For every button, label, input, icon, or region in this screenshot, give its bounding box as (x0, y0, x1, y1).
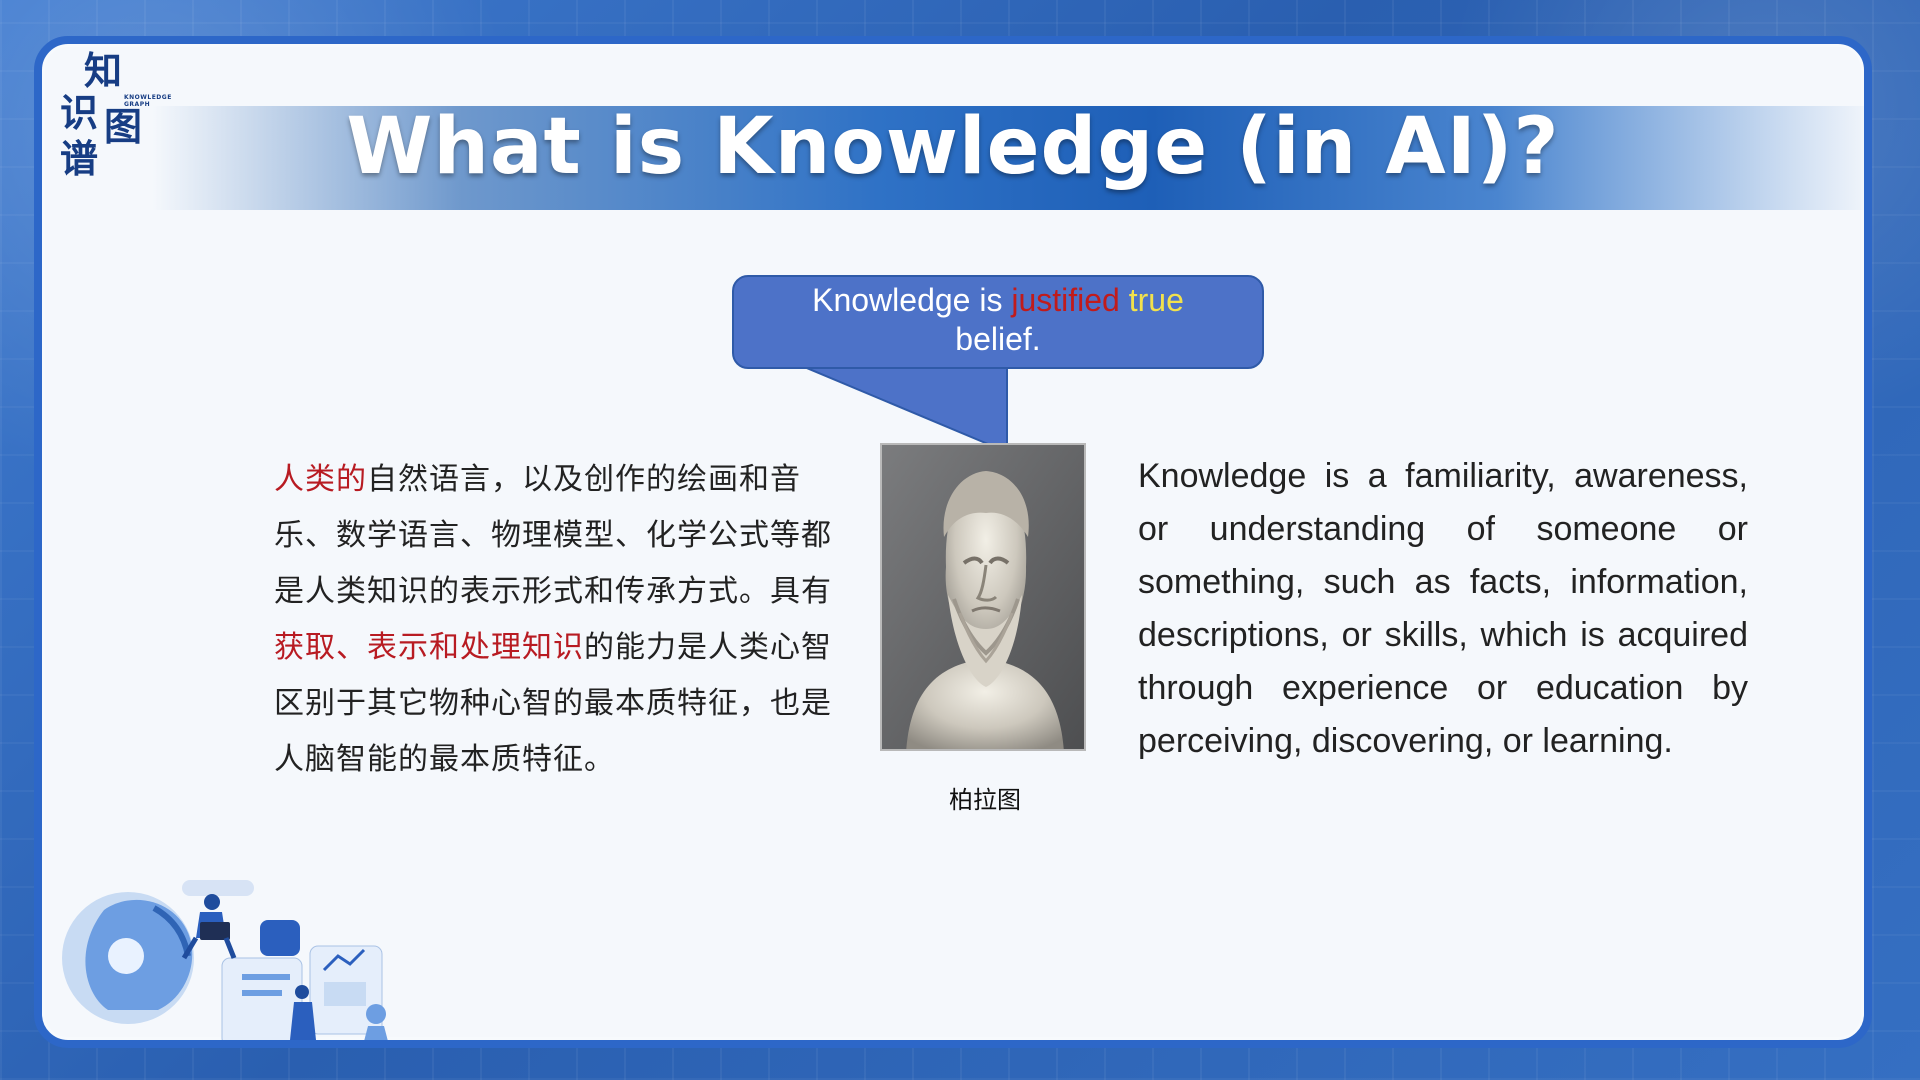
page-title: What is Knowledge (in AI)? (346, 102, 1560, 192)
bubble-prefix: Knowledge is (812, 282, 1012, 318)
chinese-highlight-2: 获取、表示和处理知识 (274, 630, 584, 665)
definition-bubble: Knowledge is justified true belief. (732, 275, 1264, 369)
bubble-justified: justified (1011, 282, 1120, 318)
ai-work-illustration (62, 880, 388, 1040)
bubble-suffix: belief. (955, 321, 1041, 357)
slide: 知 识 图 谱 KNOWLEDGE GRAPH What is Knowledg… (34, 36, 1872, 1048)
portrait-caption: 柏拉图 (949, 786, 1021, 814)
logo-char-1: 知 (84, 49, 123, 93)
plato-bust-image (880, 443, 1086, 751)
english-paragraph: Knowledge is a familiarity, awareness, o… (1138, 457, 1748, 760)
chinese-paragraph: 人类的自然语言，以及创作的绘画和音乐、数学语言、物理模型、化学公式等都是人类知识… (274, 452, 842, 788)
speech-bubble-tail (802, 366, 1008, 452)
bubble-true: true (1128, 282, 1184, 318)
chinese-highlight-1: 人类的 (274, 462, 367, 497)
